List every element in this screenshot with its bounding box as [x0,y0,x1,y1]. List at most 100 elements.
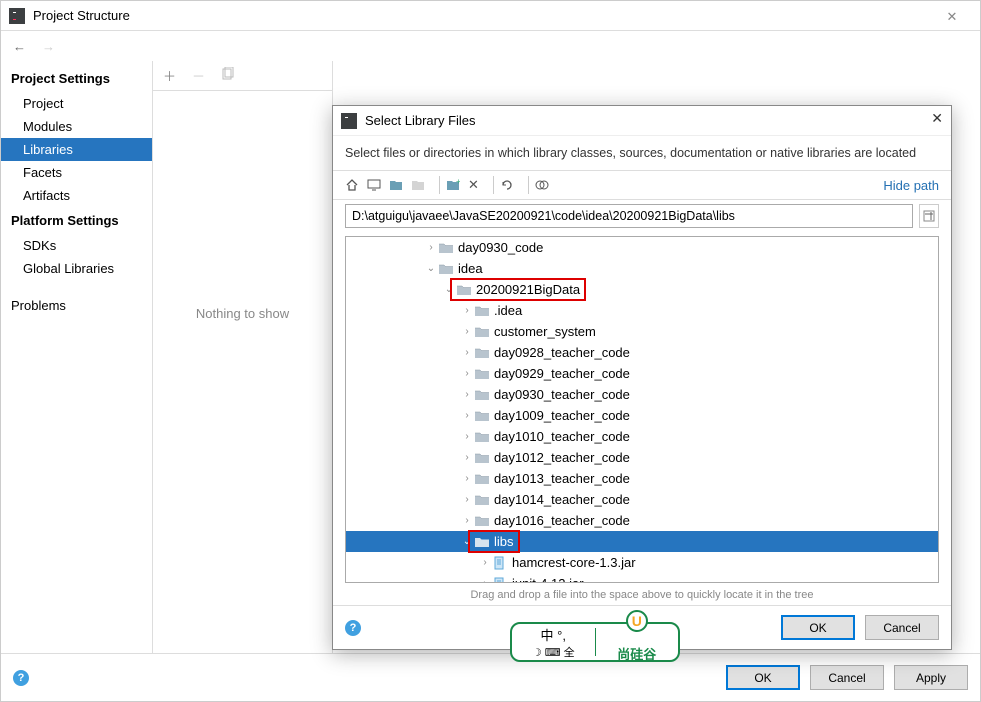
intellij-icon [9,8,25,24]
tree-label: 20200921BigData [476,282,580,297]
titlebar: Project Structure ✕ [1,1,980,31]
folder-icon [474,388,490,402]
main-footer: ? OK Cancel Apply [1,653,980,701]
forward-icon[interactable]: → [38,37,59,56]
sidebar: Project Settings ProjectModulesLibraries… [1,61,153,653]
chevron-right-icon[interactable]: › [460,515,474,526]
tree-label: day0928_teacher_code [494,345,630,360]
cancel-button[interactable]: Cancel [810,665,884,690]
file-tree[interactable]: ›day0930_code⌄idea⌄20200921BigData›.idea… [345,236,939,583]
tree-row[interactable]: › day1013_teacher_code [346,468,938,489]
chevron-right-icon[interactable]: › [460,410,474,421]
chevron-right-icon[interactable]: › [460,431,474,442]
sidebar-item-sdks[interactable]: SDKs [1,234,152,257]
sidebar-item-facets[interactable]: Facets [1,161,152,184]
ok-button[interactable]: OK [726,665,800,690]
sidebar-item-libraries[interactable]: Libraries [1,138,152,161]
tree-row[interactable]: ›day1014_teacher_code [346,489,938,510]
dialog-subtitle: Select files or directories in which lib… [333,136,951,170]
path-input[interactable] [345,204,913,228]
tree-row[interactable]: › day1009_teacher_code [346,405,938,426]
dialog-ok-button[interactable]: OK [781,615,855,640]
tree-label: hamcrest-core-1.3.jar [512,555,636,570]
sidebar-heading-platform: Platform Settings [1,207,152,234]
chevron-right-icon[interactable]: › [460,452,474,463]
tree-row[interactable]: › customer_system [346,321,938,342]
chevron-right-icon[interactable]: › [460,347,474,358]
chevron-right-icon[interactable]: › [460,368,474,379]
desktop-icon[interactable] [367,178,381,192]
dialog-help-icon[interactable]: ? [345,620,361,636]
tree-row[interactable]: ›day1012_teacher_code [346,447,938,468]
chevron-down-icon[interactable]: ⌄ [424,263,438,274]
add-icon[interactable]: ＋ [163,66,176,85]
help-icon[interactable]: ? [13,670,29,686]
folder-icon [438,241,454,255]
tree-label: libs [494,534,514,549]
select-library-files-dialog: Select Library Files ✕ Select files or d… [332,105,952,650]
sidebar-item-artifacts[interactable]: Artifacts [1,184,152,207]
project-icon[interactable] [389,178,403,192]
sidebar-item-project[interactable]: Project [1,92,152,115]
chevron-right-icon[interactable]: › [460,494,474,505]
home-icon[interactable] [345,178,359,192]
delete-icon[interactable]: ✕ [468,177,479,193]
folder-icon [474,451,490,465]
tree-label: day1010_teacher_code [494,429,630,444]
path-history-icon[interactable] [919,204,939,228]
dialog-title: Select Library Files [365,113,476,128]
chevron-right-icon[interactable]: › [460,305,474,316]
tree-row[interactable]: › day1010_teacher_code [346,426,938,447]
folder-icon [474,514,490,528]
chevron-right-icon[interactable]: › [460,389,474,400]
folder-icon [474,346,490,360]
tree-label: day0929_teacher_code [494,366,630,381]
hide-path-link[interactable]: Hide path [883,178,939,193]
tree-row[interactable]: ⌄ 20200921BigData [346,279,938,300]
new-folder-icon[interactable]: + [446,178,460,192]
tree-row[interactable]: ›day1016_teacher_code [346,510,938,531]
tree-label: customer_system [494,324,596,339]
tree-row[interactable]: › day0929_teacher_code [346,363,938,384]
chevron-down-icon[interactable]: ⌄ [460,536,474,547]
show-hidden-icon[interactable] [535,178,549,192]
chevron-right-icon[interactable]: › [424,242,438,253]
folder-icon [474,325,490,339]
intellij-icon [341,113,357,129]
module-icon[interactable] [411,178,425,192]
dialog-hint: Drag and drop a file into the space abov… [333,583,951,605]
apply-button[interactable]: Apply [894,665,968,690]
dialog-titlebar: Select Library Files ✕ [333,106,951,136]
refresh-icon[interactable] [500,178,514,192]
tree-row[interactable]: › day0930_code [346,237,938,258]
sidebar-item-global-libraries[interactable]: Global Libraries [1,257,152,280]
dialog-cancel-button[interactable]: Cancel [865,615,939,640]
folder-icon [474,472,490,486]
tree-row[interactable]: ⌄ idea [346,258,938,279]
remove-icon[interactable]: － [192,66,205,85]
copy-icon[interactable] [221,67,235,84]
tree-label: idea [458,261,483,276]
watermark: 中 °, ☽ ⌨ 全 U 尚硅谷 [510,622,680,662]
svg-text:+: + [456,178,460,186]
jar-icon [492,556,508,570]
tree-label: day1009_teacher_code [494,408,630,423]
tree-row[interactable]: › hamcrest-core-1.3.jar [346,552,938,573]
chevron-down-icon[interactable]: ⌄ [442,284,456,295]
tree-row[interactable]: ›day0930_teacher_code [346,384,938,405]
dialog-close-icon[interactable]: ✕ [931,110,943,127]
close-icon[interactable]: ✕ [932,5,972,29]
sidebar-item-problems[interactable]: Problems [1,294,152,317]
chevron-right-icon[interactable]: › [460,326,474,337]
tree-row[interactable]: › day0928_teacher_code [346,342,938,363]
tree-label: day0930_code [458,240,543,255]
path-bar [333,200,951,232]
sidebar-item-modules[interactable]: Modules [1,115,152,138]
chevron-right-icon[interactable]: › [478,557,492,568]
tree-row[interactable]: ›.idea [346,300,938,321]
tree-row[interactable]: ›junit-4.12.jar [346,573,938,583]
tree-row[interactable]: ⌄ libs [346,531,938,552]
tree-label: day1013_teacher_code [494,471,630,486]
chevron-right-icon[interactable]: › [460,473,474,484]
back-icon[interactable]: ← [9,37,30,56]
